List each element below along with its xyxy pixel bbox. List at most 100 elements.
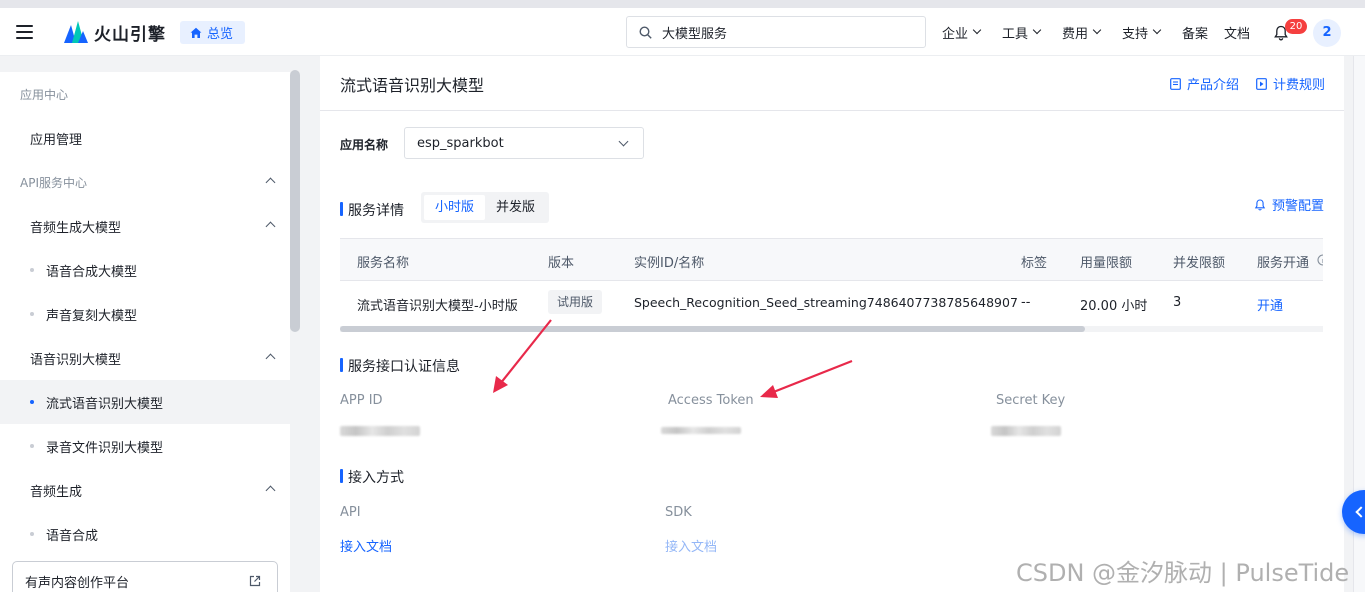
sidebar-item-label: 流式语音识别大模型 <box>46 396 164 412</box>
sidebar-item-label: 音频生成 <box>30 484 83 500</box>
sidebar-subitem[interactable]: 语音合成大模型 <box>0 248 290 292</box>
sidebar-subitem[interactable]: 流式语音识别大模型 <box>0 380 290 424</box>
sidebar-item[interactable]: 应用管理 <box>0 116 290 160</box>
nav-filing-label: 备案 <box>1182 26 1209 42</box>
sidebar-item-label: 语音合成大模型 <box>46 264 138 280</box>
app-name-label: 应用名称 <box>340 138 389 152</box>
bullet-icon <box>30 312 34 316</box>
bullet-icon <box>30 268 34 272</box>
sidebar-subitem[interactable]: 语音合成 <box>0 512 290 556</box>
audio-creation-platform-label: 有声内容创作平台 <box>25 576 130 591</box>
service-table: 服务名称 版本 实例ID/名称 标签 用量限额 并发限额 服务开通 流式语音识别… <box>340 238 1323 332</box>
activate-link[interactable]: 开通 <box>1257 295 1283 314</box>
sidebar-subitem[interactable]: 录音文件识别大模型 <box>0 424 290 468</box>
nav-enterprise[interactable]: 企业 <box>942 16 982 48</box>
external-link-icon <box>249 575 261 587</box>
chevron-down-icon <box>972 25 982 35</box>
sidebar-item-label: 语音合成 <box>46 528 99 544</box>
billing-rules-label: 计费规则 <box>1273 78 1326 93</box>
chevron-up-icon <box>265 485 276 496</box>
sidebar-item-label: 语音识别大模型 <box>30 352 122 368</box>
nav-tools[interactable]: 工具 <box>1002 16 1042 48</box>
sdk-docs-link[interactable]: 接入文档 <box>665 536 717 555</box>
sidebar-subitem[interactable]: 声音复刻大模型 <box>0 292 290 336</box>
column-header: 并发限额 <box>1173 256 1226 271</box>
logo-text: 火山引擎 <box>94 24 166 45</box>
bullet-icon <box>30 444 34 448</box>
column-header: 版本 <box>548 256 575 271</box>
chevron-up-icon <box>265 353 276 364</box>
sidebar-item[interactable]: 音频生成大模型 <box>0 204 290 248</box>
volcano-logo-icon <box>64 21 88 43</box>
document-icon <box>1170 77 1181 90</box>
chevron-down-icon <box>1032 25 1042 35</box>
sidebar-item[interactable]: 音频生成 <box>0 468 290 512</box>
overview-label: 总览 <box>207 27 234 42</box>
nav-billing[interactable]: 费用 <box>1062 16 1102 48</box>
audio-creation-platform-link[interactable]: 有声内容创作平台 <box>12 561 278 592</box>
nav-support[interactable]: 支持 <box>1122 16 1162 48</box>
search-input[interactable]: 大模型服务 <box>626 16 926 48</box>
app-id-value-redacted <box>340 426 420 436</box>
service-detail-title: 服务详情 <box>340 200 404 220</box>
column-header: 实例ID/名称 <box>634 256 705 271</box>
access-token-label: Access Token <box>668 393 754 408</box>
sidebar-scrollbar-thumb[interactable] <box>290 70 300 332</box>
chevron-down-icon <box>1152 25 1162 35</box>
browser-top-strip <box>0 0 1365 8</box>
cell-concurrency: 3 <box>1173 295 1182 310</box>
nav-docs-label: 文档 <box>1224 26 1251 42</box>
floating-assistant-button[interactable] <box>1342 490 1365 534</box>
table-scrollbar-thumb[interactable] <box>340 326 1085 332</box>
tab-concurrent[interactable]: 并发版 <box>485 195 546 220</box>
secret-key-label: Secret Key <box>996 393 1066 408</box>
product-intro-label: 产品介绍 <box>1187 78 1240 93</box>
billing-rules-link[interactable]: 计费规则 <box>1256 74 1325 93</box>
product-intro-link[interactable]: 产品介绍 <box>1170 74 1239 93</box>
column-header: 服务开通 <box>1257 256 1310 271</box>
nav-filing[interactable]: 备案 <box>1182 16 1208 48</box>
version-tag: 试用版 <box>548 290 603 314</box>
info-icon[interactable] <box>1317 254 1323 266</box>
alert-config-label: 预警配置 <box>1271 199 1324 214</box>
secret-key-value-redacted <box>991 426 1061 436</box>
chevron-up-icon <box>265 177 276 188</box>
logo[interactable]: 火山引擎 <box>64 19 166 45</box>
sidebar-item-label: 录音文件识别大模型 <box>46 440 164 456</box>
alert-config-link[interactable]: 预警配置 <box>1254 195 1324 214</box>
bell-icon <box>1254 198 1266 211</box>
chevron-up-icon <box>265 221 276 232</box>
avatar[interactable]: 2 <box>1313 19 1341 47</box>
top-header: 火山引擎 总览 大模型服务 企业 工具 费用 支持 备案 文档 20 2 <box>0 8 1365 56</box>
search-icon <box>639 25 652 39</box>
sidebar-group[interactable]: 应用中心 <box>0 72 290 116</box>
sidebar-item-label: 应用管理 <box>30 132 83 148</box>
main-panel: 流式语音识别大模型 产品介绍 计费规则 应用名称 esp_sparkbot 服务… <box>320 56 1344 592</box>
bullet-icon <box>30 532 34 536</box>
access-method-title: 接入方式 <box>340 467 404 487</box>
api-docs-link[interactable]: 接入文档 <box>340 536 392 555</box>
billing-icon <box>1256 77 1267 90</box>
api-label: API <box>340 505 361 520</box>
chevron-down-icon <box>618 136 629 147</box>
sidebar-item[interactable]: 语音识别大模型 <box>0 336 290 380</box>
column-header: 用量限额 <box>1080 256 1133 271</box>
overview-button[interactable]: 总览 <box>180 21 246 44</box>
watermark-text: CSDN @金汐脉动 | PulseTide <box>1016 559 1350 587</box>
nav-tools-label: 工具 <box>1002 26 1029 42</box>
tab-hourly[interactable]: 小时版 <box>424 195 486 220</box>
sidebar-item-label: 声音复刻大模型 <box>46 308 138 324</box>
sidebar-group[interactable]: API服务中心 <box>0 160 290 204</box>
menu-icon[interactable] <box>16 25 33 39</box>
sidebar-item-label: API服务中心 <box>20 175 87 190</box>
cell-service-name: 流式语音识别大模型-小时版 <box>357 299 518 314</box>
home-icon <box>190 27 202 38</box>
column-header: 服务名称 <box>357 256 410 271</box>
nav-docs[interactable]: 文档 <box>1224 16 1250 48</box>
nav-billing-label: 费用 <box>1062 26 1089 42</box>
nav-enterprise-label: 企业 <box>942 26 969 42</box>
page-title: 流式语音识别大模型 <box>340 76 485 95</box>
title-divider <box>320 110 1344 111</box>
app-name-select[interactable]: esp_sparkbot <box>404 127 644 159</box>
notification-badge: 20 <box>1285 19 1307 34</box>
